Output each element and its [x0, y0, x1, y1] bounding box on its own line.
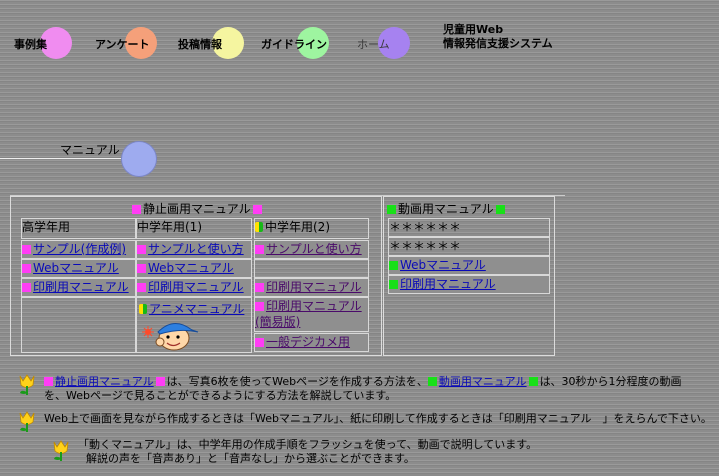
link-mid2-print-simple[interactable]: 印刷用マニュアル (簡易版) — [254, 297, 369, 332]
col-header-upper-text: 高学年用 — [22, 220, 71, 234]
note-1-text-b: は、写真6枚を使ってWebページを作成する方法を、 — [166, 375, 428, 388]
link-upper-web-text[interactable]: Webマニュアル — [33, 261, 119, 275]
nav-cases-label: 事例集 — [14, 38, 47, 51]
link-mid2-print-simple-sub[interactable]: (簡易版) — [255, 315, 300, 329]
link-mid2-print-text[interactable]: 印刷用マニュアル — [266, 280, 362, 294]
green-square-icon — [387, 205, 396, 214]
link-upper-print-text[interactable]: 印刷用マニュアル — [33, 280, 129, 294]
link-video-print[interactable]: 印刷用マニュアル — [388, 275, 550, 294]
link-upper-web[interactable]: Webマニュアル — [21, 259, 136, 278]
green-square-icon — [389, 261, 398, 270]
green-square-icon — [427, 377, 437, 386]
still-manual-panel: 静止画用マニュアル 高学年用 中学年用(1) 中学年用(2) サンプル(作成例)… — [10, 196, 382, 356]
video-row-2-text: ＊＊＊＊＊＊ — [389, 239, 462, 253]
link-upper-sample-text[interactable]: サンプル(作成例) — [33, 242, 126, 256]
link-mid1-web[interactable]: Webマニュアル — [136, 259, 252, 278]
still-manual-title: 静止画用マニュアル — [132, 200, 264, 217]
link-video-web-text[interactable]: Webマニュアル — [400, 258, 486, 272]
nav-home-label: ホーム — [357, 38, 390, 51]
link-mid2-sample-text[interactable]: サンプルと使い方 — [266, 242, 362, 256]
link-mid1-sample[interactable]: サンプルと使い方 — [136, 240, 252, 259]
site-title: 児童用Web 情報発信支援システム — [443, 23, 553, 51]
pink-square-icon — [255, 245, 264, 254]
col-header-upper: 高学年用 — [21, 218, 136, 239]
note-3-line2: 解説の声を「音声あり」と「音声なし」から選ぶことができます。 — [86, 452, 415, 465]
link-mid2-sample[interactable]: サンプルと使い方 — [254, 240, 369, 259]
note-1-still-link[interactable]: 静止画用マニュアル — [55, 375, 154, 388]
pink-square-icon — [255, 302, 264, 311]
video-row-1-text: ＊＊＊＊＊＊ — [389, 220, 462, 234]
pink-square-icon — [22, 245, 31, 254]
col-header-middle-2-text: 中学年用(2) — [265, 220, 330, 234]
note-1: 静止画用マニュアル は、写真6枚を使ってWebページを作成する方法を、 動画用マニュ… — [44, 374, 682, 389]
link-mid2-digicam-text[interactable]: 一般デジカメ用 — [266, 335, 350, 349]
green-square-icon — [389, 280, 398, 289]
col-header-middle-2: 中学年用(2) — [254, 218, 369, 239]
link-mid2-print-simple-text[interactable]: 印刷用マニュアル — [266, 299, 362, 313]
manual-section-label: マニュアル — [60, 143, 120, 157]
tulip-icon — [19, 374, 35, 395]
link-mid2-print[interactable]: 印刷用マニュアル — [254, 278, 369, 297]
section-divider — [0, 158, 124, 159]
tulip-icon — [19, 411, 35, 432]
beginner-badge-icon — [255, 222, 263, 232]
link-upper-print[interactable]: 印刷用マニュアル — [21, 278, 136, 297]
pink-square-icon — [22, 264, 31, 273]
pink-square-icon — [137, 264, 146, 273]
link-mid1-web-text[interactable]: Webマニュアル — [148, 261, 234, 275]
pink-square-icon — [137, 245, 146, 254]
manual-circle — [121, 141, 157, 177]
boy-with-cap-icon — [142, 323, 199, 351]
nav-posts-label: 投稿情報 — [178, 38, 222, 51]
green-square-icon — [495, 205, 505, 214]
link-anime-manual-text[interactable]: アニメマニュアル — [149, 302, 244, 316]
tulip-icon — [53, 440, 69, 461]
video-manual-title-text: 動画用マニュアル — [398, 202, 494, 216]
col-header-middle-1: 中学年用(1) — [136, 218, 252, 239]
note-3-line1: 「動くマニュアル」は、中学年用の作成手順をフラッシュを使って、動画で説明していま… — [78, 438, 538, 451]
link-upper-sample[interactable]: サンプル(作成例) — [21, 240, 136, 259]
link-video-print-text[interactable]: 印刷用マニュアル — [400, 277, 496, 291]
nav-guideline-label: ガイドライン — [261, 38, 327, 51]
pink-square-icon — [22, 283, 31, 292]
empty-cell — [21, 297, 136, 353]
link-mid1-print[interactable]: 印刷用マニュアル — [136, 278, 252, 297]
empty-cell — [254, 259, 369, 278]
video-manual-panel: 動画用マニュアル ＊＊＊＊＊＊ ＊＊＊＊＊＊ Webマニュアル 印刷用マニュアル — [383, 196, 555, 356]
pink-square-icon — [252, 205, 262, 214]
note-1-video-link[interactable]: 動画用マニュアル — [439, 375, 527, 388]
pink-square-icon — [155, 377, 165, 386]
video-manual-title: 動画用マニュアル — [387, 200, 507, 217]
link-mid1-print-text[interactable]: 印刷用マニュアル — [148, 280, 244, 294]
anime-manual-cell[interactable]: アニメマニュアル — [136, 297, 252, 353]
pink-square-icon — [255, 338, 264, 347]
beginner-badge-icon — [139, 304, 147, 314]
site-title-line1: 児童用Web — [443, 23, 504, 36]
video-row-2: ＊＊＊＊＊＊ — [388, 237, 550, 256]
pink-square-icon — [255, 283, 264, 292]
link-video-web[interactable]: Webマニュアル — [388, 256, 550, 275]
green-square-icon — [528, 377, 538, 386]
link-mid1-sample-text[interactable]: サンプルと使い方 — [148, 242, 244, 256]
note-2: Web上で画面を見ながら作成するときは「Webマニュアル」、紙に印刷して作成する… — [44, 412, 712, 425]
still-manual-title-text: 静止画用マニュアル — [143, 202, 251, 216]
video-row-1: ＊＊＊＊＊＊ — [388, 218, 550, 237]
link-mid2-digicam[interactable]: 一般デジカメ用 — [254, 333, 369, 352]
note-1-line2: を、Webページで見ることができるようにする方法を解説しています。 — [44, 389, 397, 402]
nav-survey-label: アンケート — [95, 38, 150, 51]
pink-square-icon — [137, 283, 146, 292]
pink-square-icon — [44, 377, 53, 386]
col-header-middle-1-text: 中学年用(1) — [137, 220, 202, 234]
pink-square-icon — [132, 205, 141, 214]
note-1-text-d: は、30秒から1分程度の動画 — [539, 375, 682, 388]
site-title-line2: 情報発信支援システム — [443, 37, 553, 50]
